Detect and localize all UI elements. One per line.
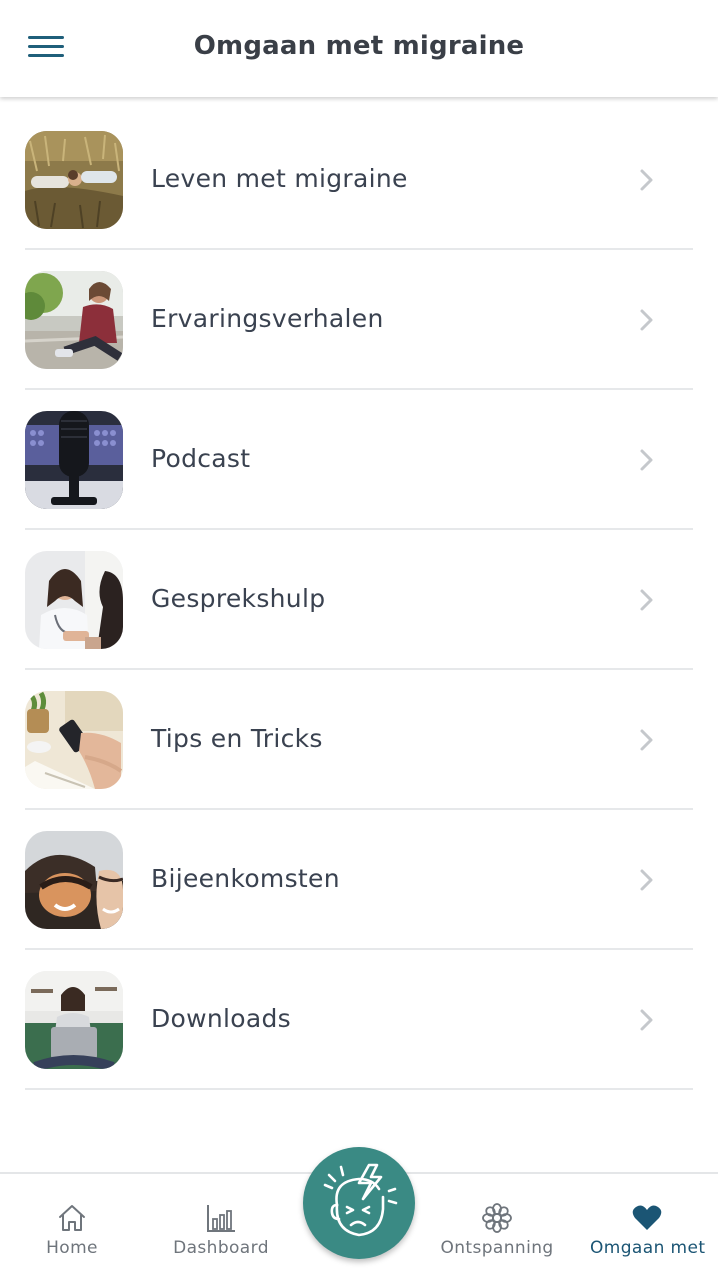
nav-label: Home xyxy=(46,1238,98,1258)
thumbnail-podcast-microphone xyxy=(25,411,123,509)
list-item-bijeenkomsten[interactable]: Bijeenkomsten xyxy=(25,810,693,950)
app-screen: Omgaan met migraine Leven met migraine E… xyxy=(0,0,718,1280)
thumbnail-women-laughing xyxy=(25,831,123,929)
heart-icon xyxy=(632,1205,662,1230)
nav-item-dashboard[interactable]: Dashboard xyxy=(170,1202,272,1258)
chevron-right-icon xyxy=(640,589,653,611)
list-item-label: Gesprekshulp xyxy=(151,584,326,613)
top-app-bar: Omgaan met migraine xyxy=(0,0,718,97)
thumbnail-hands-with-phone xyxy=(25,691,123,789)
chevron-right-icon xyxy=(640,449,653,471)
list-item-podcast[interactable]: Podcast xyxy=(25,390,693,530)
list-item-downloads[interactable]: Downloads xyxy=(25,950,693,1090)
migraine-head-icon xyxy=(323,1163,398,1237)
chevron-right-icon xyxy=(640,729,653,751)
thumbnail-doctor-consultation xyxy=(25,551,123,649)
list-item-label: Podcast xyxy=(151,444,251,473)
chevron-right-icon xyxy=(640,169,653,191)
chevron-right-icon xyxy=(640,309,653,331)
nav-item-home[interactable]: Home xyxy=(40,1202,104,1258)
nav-label: Ontspanning xyxy=(440,1238,554,1258)
thumbnail-woman-with-laptop xyxy=(25,971,123,1069)
list-item-gesprekshulp[interactable]: Gesprekshulp xyxy=(25,530,693,670)
list-item-ervaringsverhalen[interactable]: Ervaringsverhalen xyxy=(25,250,693,390)
nav-item-omgaan-met[interactable]: Omgaan met xyxy=(590,1202,706,1258)
home-icon xyxy=(59,1205,85,1231)
chevron-right-icon xyxy=(640,869,653,891)
thumbnail-woman-stretching xyxy=(25,271,123,369)
chevron-right-icon xyxy=(640,1009,653,1031)
list-item-label: Downloads xyxy=(151,1004,291,1033)
flower-icon xyxy=(482,1203,512,1233)
list-item-label: Tips en Tricks xyxy=(151,724,323,753)
list-item-label: Bijeenkomsten xyxy=(151,864,340,893)
list-item-label: Ervaringsverhalen xyxy=(151,304,384,333)
bar-chart-icon xyxy=(207,1205,235,1232)
list-item-tips-en-tricks[interactable]: Tips en Tricks xyxy=(25,670,693,810)
nav-label: Omgaan met xyxy=(590,1238,706,1258)
list-item-label: Leven met migraine xyxy=(151,164,408,193)
page-title: Omgaan met migraine xyxy=(193,31,525,61)
topic-list: Leven met migraine Ervaringsverhalen Pod… xyxy=(25,110,693,1090)
nav-item-ontspanning[interactable]: Ontspanning xyxy=(440,1202,554,1258)
thumbnail-people-in-grass xyxy=(25,131,123,229)
nav-label: Dashboard xyxy=(173,1238,269,1258)
migraine-attack-button[interactable] xyxy=(303,1147,415,1259)
list-item-leven-met-migraine[interactable]: Leven met migraine xyxy=(25,110,693,250)
